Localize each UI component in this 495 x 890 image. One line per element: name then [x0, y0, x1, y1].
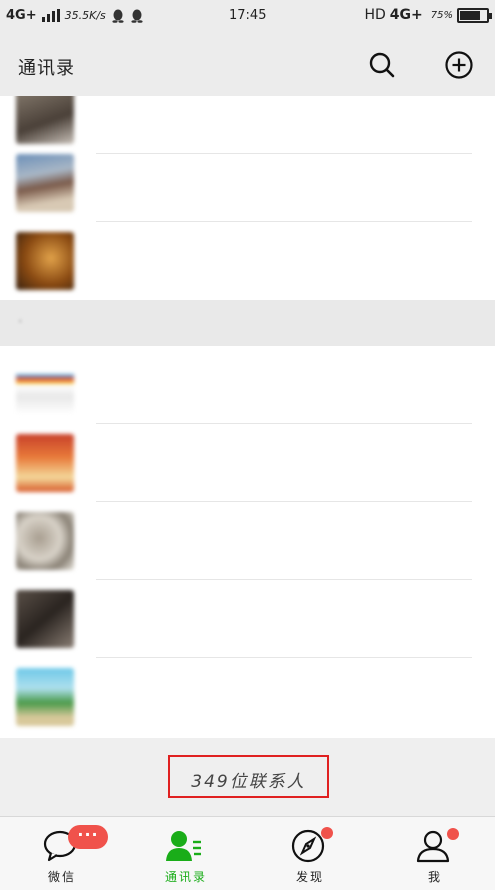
section-letter: · [18, 314, 23, 330]
contact-row[interactable] [0, 658, 472, 736]
tab-contacts[interactable]: 通讯录 [124, 817, 248, 890]
highlight-box: 349位联系人 [168, 755, 329, 798]
contact-avatar [16, 668, 74, 726]
add-icon[interactable] [444, 50, 474, 80]
page-title: 通讯录 [18, 58, 75, 79]
alphabet-index[interactable]: Y Z # [471, 96, 495, 814]
person-icon [416, 830, 450, 863]
tab-chats[interactable]: ··· 微信 [0, 817, 124, 890]
contact-count: 349位联系人 [191, 772, 306, 792]
contact-row[interactable] [0, 424, 472, 502]
contact-avatar [16, 154, 74, 212]
contact-list[interactable]: · [0, 96, 495, 738]
battery-icon [457, 7, 492, 23]
bottom-tab-bar: ··· 微信 通讯录 发现 我 [0, 816, 495, 890]
contact-avatar [16, 590, 74, 648]
network-speed: 35.5K/s [64, 9, 106, 22]
status-bar: 4G+ 35.5K/s 17:45 HD 4G+ 75% [0, 0, 495, 32]
search-icon[interactable] [367, 50, 397, 80]
contact-avatar [16, 232, 74, 290]
contact-row[interactable] [0, 580, 472, 658]
app-header: 通讯录 [0, 32, 495, 96]
contacts-icon [166, 831, 201, 861]
battery-percent: 75% [430, 9, 453, 21]
contact-avatar [16, 434, 74, 492]
tab-me[interactable]: 我 [373, 817, 495, 890]
tab-label: 发现 [295, 870, 324, 884]
tab-label: 微信 [47, 870, 76, 884]
discover-dot-badge [321, 827, 333, 839]
network-type-right: 4G+ [389, 7, 423, 23]
qq-icon [112, 9, 124, 23]
contact-avatar [16, 96, 74, 144]
unread-badge: ··· [68, 825, 108, 849]
contact-row[interactable] [0, 502, 472, 580]
section-header: · [0, 300, 495, 346]
tab-label: 我 [427, 870, 442, 884]
contact-row[interactable] [0, 144, 472, 222]
contact-avatar [16, 512, 74, 570]
contact-avatar [16, 356, 74, 414]
clock: 17:45 [229, 8, 267, 23]
network-type: 4G+ [6, 8, 37, 23]
contact-count-footer: 349位联系人 [0, 738, 495, 816]
contact-row[interactable] [0, 346, 472, 424]
qq-icon [131, 9, 143, 23]
tab-discover[interactable]: 发现 [248, 817, 372, 890]
hd-indicator: HD [364, 7, 386, 23]
signal-icon [41, 9, 60, 22]
contact-row[interactable] [0, 222, 472, 300]
battery-level [460, 10, 480, 20]
me-dot-badge [447, 828, 459, 840]
tab-label: 通讯录 [164, 870, 207, 884]
